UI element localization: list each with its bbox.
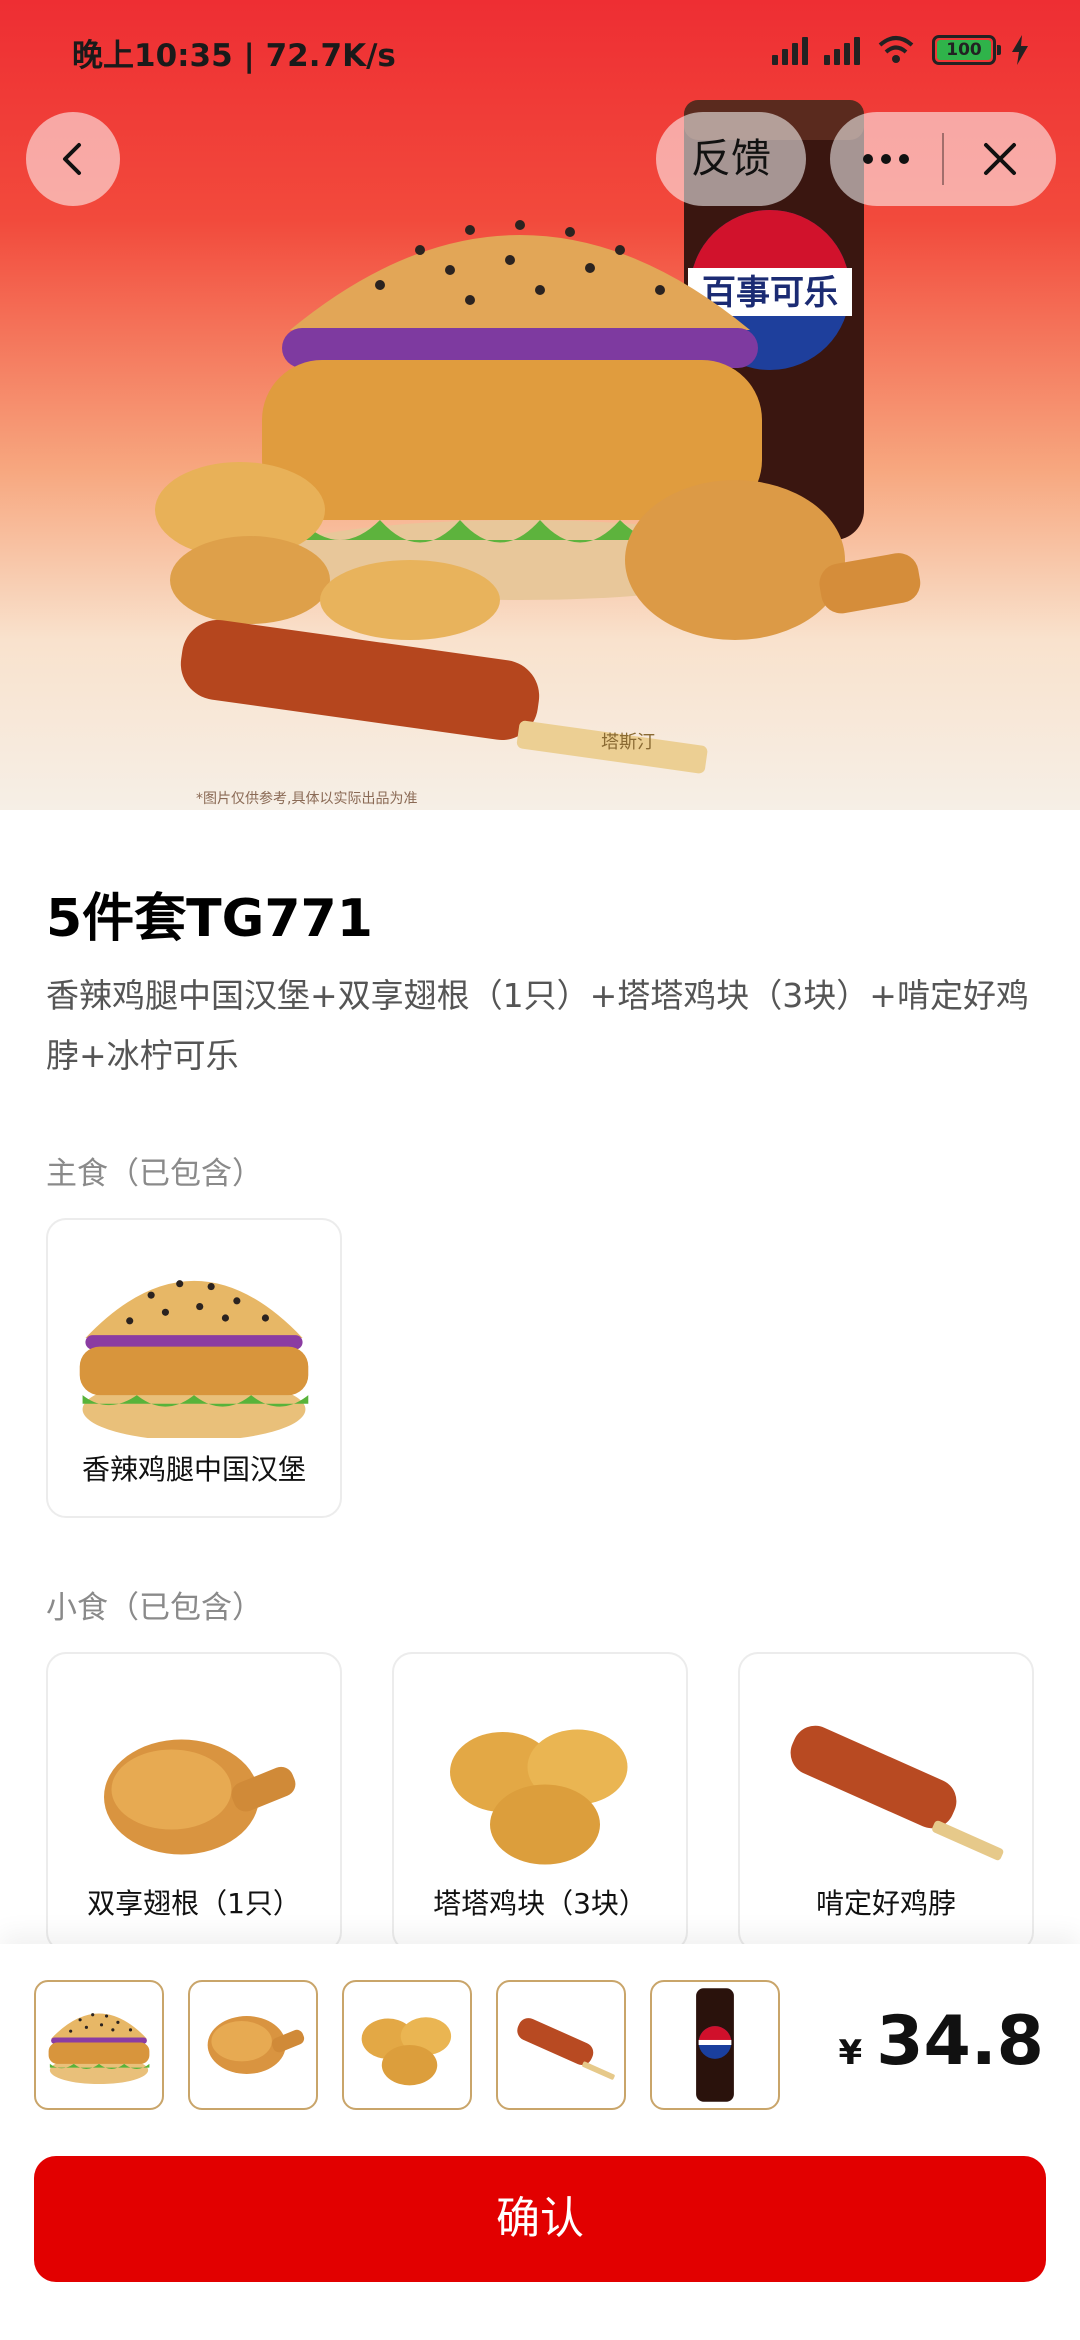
cola-icon bbox=[696, 1988, 734, 2102]
status-icons: 100 bbox=[772, 28, 1028, 72]
close-button[interactable] bbox=[944, 112, 1056, 206]
drumstick-image bbox=[104, 1739, 300, 1855]
thumb-cola[interactable] bbox=[650, 1980, 780, 2110]
image-disclaimer: *图片仅供参考,具体以实际出品为准 bbox=[196, 791, 418, 807]
price-amount: 34.8 bbox=[876, 2002, 1044, 2081]
nuggets-icon bbox=[361, 2017, 452, 2086]
item-name: 双享翅根（1只） bbox=[87, 1887, 301, 1920]
wifi-icon bbox=[878, 36, 914, 63]
thumb-burger[interactable] bbox=[34, 1980, 164, 2110]
more-options-button[interactable] bbox=[830, 112, 942, 206]
main-item-card[interactable]: 香辣鸡腿中国汉堡 bbox=[46, 1218, 342, 1518]
bottom-bar: ¥ 34.8 确认 bbox=[0, 1944, 1080, 2340]
status-bar: 晚上10:35 | 72.7K/s 100 bbox=[0, 0, 1080, 100]
burger-icon bbox=[48, 2013, 150, 2085]
item-name: 香辣鸡腿中国汉堡 bbox=[81, 1453, 306, 1486]
hero-banner: 百事可乐 塔斯汀 晚上10:35 | 72.7K/s 100 反馈 *图片仅供参… bbox=[0, 0, 1080, 810]
side-item-card[interactable]: 双享翅根（1只） bbox=[46, 1652, 342, 1952]
side-section-label: 小食（已包含） bbox=[46, 1590, 263, 1626]
chevron-left-icon bbox=[63, 143, 81, 175]
burger-image bbox=[79, 1280, 309, 1438]
item-name: 啃定好鸡脖 bbox=[815, 1887, 956, 1920]
chicken-neck-image bbox=[783, 1718, 1005, 1862]
currency-symbol: ¥ bbox=[838, 2033, 863, 2073]
thumb-drumstick[interactable] bbox=[188, 1980, 318, 2110]
selected-items-strip bbox=[34, 1980, 780, 2110]
chicken-neck-icon bbox=[513, 2014, 616, 2081]
drumstick-icon bbox=[207, 2016, 307, 2074]
back-button[interactable] bbox=[26, 112, 120, 206]
product-title: 5件套TG771 bbox=[46, 889, 373, 949]
nuggets-image bbox=[450, 1729, 628, 1865]
total-price: ¥ 34.8 bbox=[839, 2002, 1044, 2081]
side-item-card[interactable]: 啃定好鸡脖 bbox=[738, 1652, 1034, 1952]
miniapp-capsule bbox=[830, 112, 1056, 206]
product-description: 香辣鸡腿中国汉堡+双享翅根（1只）+塔塔鸡块（3块）+啃定好鸡脖+冰柠可乐 bbox=[46, 976, 1029, 1075]
thumb-nuggets[interactable] bbox=[342, 1980, 472, 2110]
signal-icon bbox=[772, 35, 808, 65]
charging-icon bbox=[1012, 35, 1028, 65]
svg-text:百事可乐: 百事可乐 bbox=[702, 273, 838, 313]
side-item-card[interactable]: 塔塔鸡块（3块） bbox=[392, 1652, 688, 1952]
item-name: 塔塔鸡块（3块） bbox=[433, 1887, 647, 1920]
thumb-chicken-neck[interactable] bbox=[496, 1980, 626, 2110]
status-time: 晚上10:35 | 72.7K/s bbox=[72, 38, 396, 74]
svg-text:塔斯汀: 塔斯汀 bbox=[601, 732, 655, 753]
feedback-button[interactable]: 反馈 bbox=[656, 112, 806, 206]
signal-icon-2 bbox=[824, 35, 860, 65]
close-icon bbox=[984, 143, 1016, 175]
main-section-label: 主食（已包含） bbox=[46, 1156, 263, 1192]
battery-icon: 100 bbox=[932, 35, 1001, 65]
confirm-button[interactable]: 确认 bbox=[34, 2156, 1046, 2282]
